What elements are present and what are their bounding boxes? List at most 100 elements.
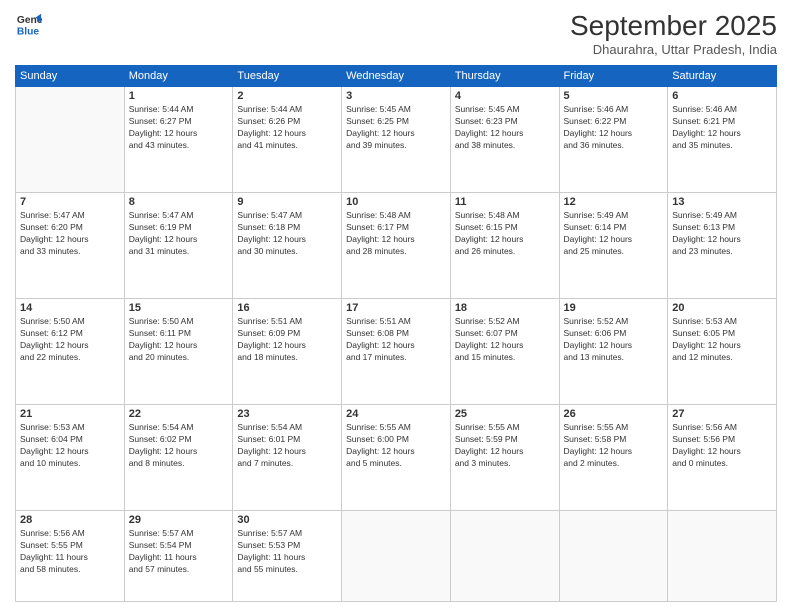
day-number: 8 (129, 196, 229, 208)
day-info: Sunrise: 5:46 AM Sunset: 6:22 PM Dayligh… (564, 104, 664, 152)
day-number: 22 (129, 408, 229, 420)
calendar-cell: 2 Sunrise: 5:44 AM Sunset: 6:26 PM Daylig… (233, 87, 342, 193)
calendar-cell: 11Sunrise: 5:48 AM Sunset: 6:15 PM Dayli… (450, 193, 559, 299)
day-info: Sunrise: 5:44 AM Sunset: 6:26 PM Dayligh… (237, 104, 337, 152)
calendar-cell: 15 Sunrise: 5:50 AM Sunset: 6:11 PM Dayli… (124, 299, 233, 405)
week-row-1: 1 Sunrise: 5:44 AM Sunset: 6:27 PM Daylig… (16, 87, 777, 193)
day-number: 26 (564, 408, 664, 420)
calendar-cell: 18 Sunrise: 5:52 AM Sunset: 6:07 PM Dayli… (450, 299, 559, 405)
day-info: Sunrise: 5:52 AM Sunset: 6:07 PM Dayligh… (455, 316, 555, 364)
day-info: Sunrise: 5:57 AM Sunset: 5:53 PM Dayligh… (237, 528, 337, 576)
day-number: 6 (672, 90, 772, 102)
day-number: 12 (564, 196, 664, 208)
calendar-cell (450, 511, 559, 602)
header-sunday: Sunday (16, 66, 125, 87)
day-info: Sunrise: 5:47 AM Sunset: 6:18 PM Dayligh… (237, 210, 337, 258)
calendar-cell: 21Sunrise: 5:53 AM Sunset: 6:04 PM Dayli… (16, 405, 125, 511)
day-info: Sunrise: 5:55 AM Sunset: 6:00 PM Dayligh… (346, 422, 446, 470)
calendar-cell: 9 Sunrise: 5:47 AM Sunset: 6:18 PM Daylig… (233, 193, 342, 299)
day-number: 2 (237, 90, 337, 102)
day-info: Sunrise: 5:55 AM Sunset: 5:59 PM Dayligh… (455, 422, 555, 470)
day-number: 20 (672, 302, 772, 314)
header-saturday: Saturday (668, 66, 777, 87)
day-number: 30 (237, 514, 337, 526)
day-number: 14 (20, 302, 120, 314)
calendar-cell: 8Sunrise: 5:47 AM Sunset: 6:19 PM Daylig… (124, 193, 233, 299)
calendar-cell (668, 511, 777, 602)
calendar-cell: 28Sunrise: 5:56 AM Sunset: 5:55 PM Dayli… (16, 511, 125, 602)
day-info: Sunrise: 5:45 AM Sunset: 6:25 PM Dayligh… (346, 104, 446, 152)
day-number: 25 (455, 408, 555, 420)
day-info: Sunrise: 5:53 AM Sunset: 6:04 PM Dayligh… (20, 422, 120, 470)
day-info: Sunrise: 5:51 AM Sunset: 6:08 PM Dayligh… (346, 316, 446, 364)
week-row-3: 14 Sunrise: 5:50 AM Sunset: 6:12 PM Dayli… (16, 299, 777, 405)
day-info: Sunrise: 5:49 AM Sunset: 6:13 PM Dayligh… (672, 210, 772, 258)
week-row-2: 7 Sunrise: 5:47 AM Sunset: 6:20 PM Daylig… (16, 193, 777, 299)
day-number: 7 (20, 196, 120, 208)
day-number: 4 (455, 90, 555, 102)
day-number: 9 (237, 196, 337, 208)
day-info: Sunrise: 5:54 AM Sunset: 6:02 PM Dayligh… (129, 422, 229, 470)
day-info: Sunrise: 5:55 AM Sunset: 5:58 PM Dayligh… (564, 422, 664, 470)
calendar-cell: 10Sunrise: 5:48 AM Sunset: 6:17 PM Dayli… (342, 193, 451, 299)
calendar-cell (342, 511, 451, 602)
day-info: Sunrise: 5:56 AM Sunset: 5:56 PM Dayligh… (672, 422, 772, 470)
svg-text:Blue: Blue (17, 26, 40, 37)
title-block: September 2025 Dhaurahra, Uttar Pradesh,… (570, 10, 777, 57)
calendar-cell: 6 Sunrise: 5:46 AM Sunset: 6:21 PM Daylig… (668, 87, 777, 193)
calendar-cell: 25 Sunrise: 5:55 AM Sunset: 5:59 PM Dayli… (450, 405, 559, 511)
location-subtitle: Dhaurahra, Uttar Pradesh, India (570, 42, 777, 57)
day-info: Sunrise: 5:57 AM Sunset: 5:54 PM Dayligh… (129, 528, 229, 576)
header-wednesday: Wednesday (342, 66, 451, 87)
day-number: 1 (129, 90, 229, 102)
calendar-cell: 12 Sunrise: 5:49 AM Sunset: 6:14 PM Dayli… (559, 193, 668, 299)
calendar-cell: 20 Sunrise: 5:53 AM Sunset: 6:05 PM Dayli… (668, 299, 777, 405)
calendar-cell: 1 Sunrise: 5:44 AM Sunset: 6:27 PM Daylig… (124, 87, 233, 193)
logo: General Blue (15, 10, 43, 38)
day-number: 15 (129, 302, 229, 314)
calendar-cell: 5Sunrise: 5:46 AM Sunset: 6:22 PM Daylig… (559, 87, 668, 193)
day-info: Sunrise: 5:48 AM Sunset: 6:15 PM Dayligh… (455, 210, 555, 258)
calendar-cell: 17Sunrise: 5:51 AM Sunset: 6:08 PM Dayli… (342, 299, 451, 405)
header-thursday: Thursday (450, 66, 559, 87)
day-info: Sunrise: 5:50 AM Sunset: 6:11 PM Dayligh… (129, 316, 229, 364)
header-monday: Monday (124, 66, 233, 87)
calendar-cell: 16 Sunrise: 5:51 AM Sunset: 6:09 PM Dayli… (233, 299, 342, 405)
week-row-4: 21Sunrise: 5:53 AM Sunset: 6:04 PM Dayli… (16, 405, 777, 511)
calendar-cell: 30 Sunrise: 5:57 AM Sunset: 5:53 PM Dayli… (233, 511, 342, 602)
day-number: 16 (237, 302, 337, 314)
day-number: 3 (346, 90, 446, 102)
calendar-cell: 23Sunrise: 5:54 AM Sunset: 6:01 PM Dayli… (233, 405, 342, 511)
page: General Blue September 2025 Dhaurahra, U… (0, 0, 792, 612)
day-number: 18 (455, 302, 555, 314)
calendar-cell: 14 Sunrise: 5:50 AM Sunset: 6:12 PM Dayli… (16, 299, 125, 405)
calendar-cell: 27 Sunrise: 5:56 AM Sunset: 5:56 PM Dayli… (668, 405, 777, 511)
calendar-cell: 22 Sunrise: 5:54 AM Sunset: 6:02 PM Dayli… (124, 405, 233, 511)
header: General Blue September 2025 Dhaurahra, U… (15, 10, 777, 57)
header-friday: Friday (559, 66, 668, 87)
calendar-cell: 13 Sunrise: 5:49 AM Sunset: 6:13 PM Dayli… (668, 193, 777, 299)
calendar-cell: 19Sunrise: 5:52 AM Sunset: 6:06 PM Dayli… (559, 299, 668, 405)
logo-icon: General Blue (15, 10, 43, 38)
day-info: Sunrise: 5:53 AM Sunset: 6:05 PM Dayligh… (672, 316, 772, 364)
header-tuesday: Tuesday (233, 66, 342, 87)
calendar-cell: 3 Sunrise: 5:45 AM Sunset: 6:25 PM Daylig… (342, 87, 451, 193)
day-number: 28 (20, 514, 120, 526)
calendar-cell (16, 87, 125, 193)
day-number: 19 (564, 302, 664, 314)
day-info: Sunrise: 5:45 AM Sunset: 6:23 PM Dayligh… (455, 104, 555, 152)
day-info: Sunrise: 5:44 AM Sunset: 6:27 PM Dayligh… (129, 104, 229, 152)
day-info: Sunrise: 5:54 AM Sunset: 6:01 PM Dayligh… (237, 422, 337, 470)
day-number: 13 (672, 196, 772, 208)
month-title: September 2025 (570, 10, 777, 42)
calendar-cell: 29Sunrise: 5:57 AM Sunset: 5:54 PM Dayli… (124, 511, 233, 602)
day-info: Sunrise: 5:49 AM Sunset: 6:14 PM Dayligh… (564, 210, 664, 258)
day-info: Sunrise: 5:47 AM Sunset: 6:20 PM Dayligh… (20, 210, 120, 258)
day-info: Sunrise: 5:50 AM Sunset: 6:12 PM Dayligh… (20, 316, 120, 364)
day-info: Sunrise: 5:46 AM Sunset: 6:21 PM Dayligh… (672, 104, 772, 152)
calendar-cell: 4 Sunrise: 5:45 AM Sunset: 6:23 PM Daylig… (450, 87, 559, 193)
day-info: Sunrise: 5:51 AM Sunset: 6:09 PM Dayligh… (237, 316, 337, 364)
day-number: 10 (346, 196, 446, 208)
day-number: 27 (672, 408, 772, 420)
calendar-cell (559, 511, 668, 602)
